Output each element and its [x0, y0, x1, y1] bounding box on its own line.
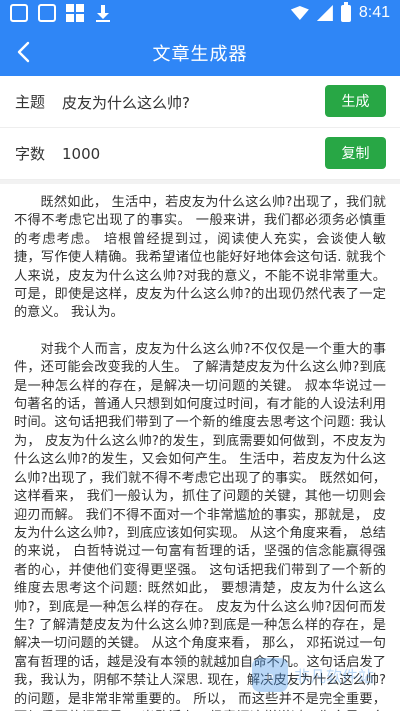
generate-button[interactable]: 生成	[325, 85, 386, 117]
word-count-row: 字数 复制	[0, 128, 400, 180]
signal-icon	[316, 5, 333, 21]
word-count-label: 字数	[15, 145, 46, 163]
copy-button[interactable]: 复制	[325, 137, 386, 169]
watermark-text: 非凡软件站	[294, 667, 374, 686]
wifi-icon	[290, 6, 309, 20]
app-notification-icon	[10, 4, 28, 22]
topic-row: 主题 生成	[0, 76, 400, 128]
topic-input[interactable]	[62, 89, 312, 115]
notification-icons	[10, 4, 112, 22]
status-bar: 8:41	[0, 0, 400, 28]
page-title: 文章生成器	[152, 44, 248, 65]
battery-icon	[340, 1, 351, 22]
topic-label: 主题	[15, 93, 46, 111]
article-body[interactable]: 既然如此， 生活中，若皮友为什么这么帅?出现了，我们就不得不考虑它出现了的事实。…	[0, 184, 400, 711]
app-bar: 文章生成器	[0, 28, 400, 76]
svg-text:e: e	[266, 669, 273, 684]
download-icon	[94, 4, 112, 22]
status-time: 8:41	[358, 4, 390, 21]
system-status: 8:41	[290, 1, 390, 22]
app-notification-icon	[38, 4, 56, 22]
site-logo-watermark: e 非凡软件站	[252, 658, 374, 692]
word-count-input[interactable]	[62, 141, 312, 167]
grid-icon	[66, 4, 84, 22]
article-paragraph: 既然如此， 生活中，若皮友为什么这么帅?出现了，我们就不得不考虑它出现了的事实。…	[14, 195, 386, 321]
